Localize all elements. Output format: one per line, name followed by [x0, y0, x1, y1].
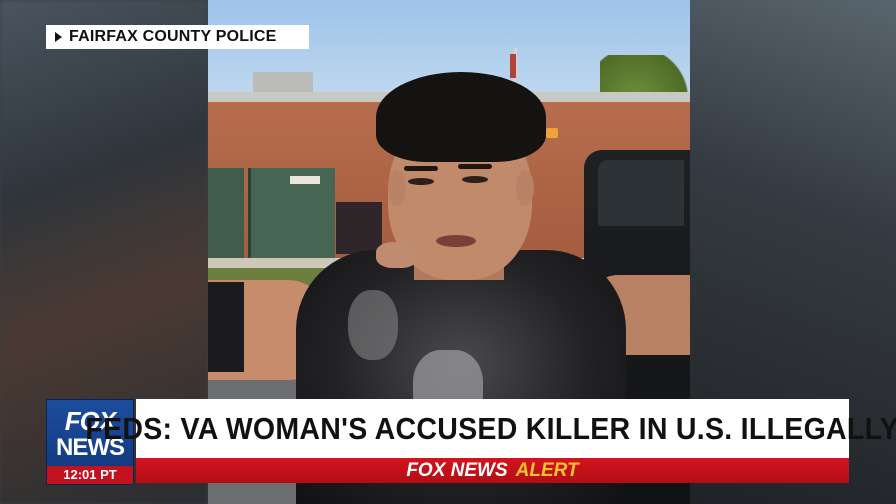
alert-brand: FOX NEWS	[406, 459, 508, 481]
green-door	[208, 168, 244, 266]
eye	[408, 178, 434, 185]
eye	[462, 176, 488, 183]
alert-word: ALERT	[515, 459, 579, 481]
wall-lamp	[546, 128, 558, 138]
eyebrow	[404, 166, 438, 171]
play-triangle-icon	[55, 32, 62, 42]
crates	[336, 202, 382, 254]
officer-arm	[208, 282, 244, 372]
ear	[516, 170, 534, 206]
flag	[510, 54, 516, 78]
broadcast-time: 12:01 PT	[47, 466, 133, 484]
officer-hand	[376, 242, 418, 268]
door-sign	[290, 176, 320, 184]
mouth	[436, 235, 476, 247]
shirt-print	[348, 290, 398, 360]
headline-text: FEDS: VA WOMAN'S ACCUSED KILLER IN U.S. …	[85, 410, 896, 446]
truck-window	[598, 160, 684, 226]
alert-bar: FOX NEWS ALERT	[136, 458, 849, 483]
headline-bar: FEDS: VA WOMAN'S ACCUSED KILLER IN U.S. …	[86, 399, 896, 458]
source-credit-label: FAIRFAX COUNTY POLICE	[69, 28, 277, 45]
hair	[376, 72, 546, 162]
eyebrow	[458, 164, 492, 169]
ear	[388, 170, 406, 206]
source-credit-tag: FAIRFAX COUNTY POLICE	[46, 25, 309, 49]
